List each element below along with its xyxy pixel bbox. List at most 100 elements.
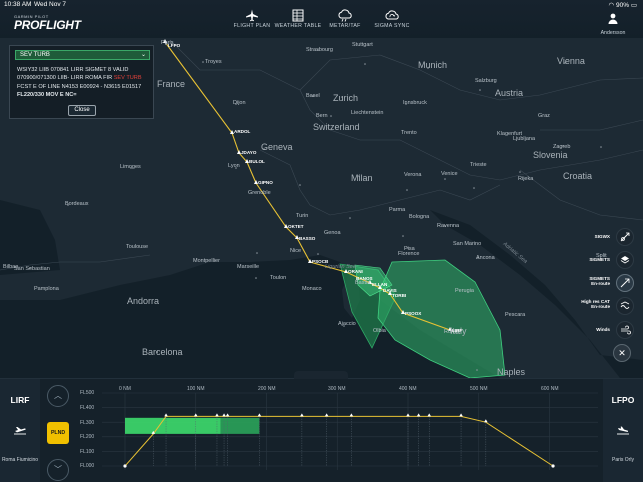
airplane-icon xyxy=(246,9,258,22)
profile-waypoint-marker xyxy=(484,419,488,423)
waypoint-label-jdayo: JDAYO xyxy=(241,150,257,155)
status-time: 10:38 AM xyxy=(4,1,32,8)
fl-label-200: FL200 xyxy=(80,434,95,440)
map-label-strasbourg: Strasbourg xyxy=(306,47,333,53)
profile-waypoint-marker xyxy=(225,413,230,417)
map-label-milan: Milan xyxy=(351,173,373,183)
nm-label-400: 400 NM xyxy=(399,386,417,392)
map-label-austria: Austria xyxy=(495,88,524,98)
metar-cloud-icon xyxy=(338,9,352,22)
control-sigmets[interactable]: SIGMETS xyxy=(514,251,634,269)
map-label-lyon: Lyon xyxy=(228,163,240,169)
nav-metar-taf-label: METAR/TAF xyxy=(329,23,361,29)
layers-icon[interactable] xyxy=(616,251,634,269)
sigmet-type-dropdown[interactable]: SEV TURB ⌄ xyxy=(15,50,150,60)
map-label-rijeka: Rijeka xyxy=(518,176,534,182)
fl-label-500: FL500 xyxy=(80,390,95,396)
profile-waypoint-marker xyxy=(406,413,410,417)
sigmet-band xyxy=(125,417,221,434)
map-label-liechtenstein: Liechtenstein xyxy=(351,110,384,116)
control-sigwx[interactable]: SIGWX xyxy=(514,228,634,246)
route-sigmet-icon[interactable] xyxy=(616,274,634,292)
control-winds[interactable]: Winds xyxy=(514,321,634,339)
waypoint-label-gipno: GIPNO xyxy=(258,180,273,185)
nm-label-500: 500 NM xyxy=(470,386,488,392)
map-label-switzerland: Switzerland xyxy=(313,122,360,132)
map-label-verona: Verona xyxy=(404,172,422,178)
control-sigmets-label: SIGMETS xyxy=(589,257,610,262)
profile-waypoint-marker xyxy=(164,413,168,417)
map-label-toulon: Toulon xyxy=(270,275,287,281)
map-label-troyes: Troyes xyxy=(205,59,222,65)
control-winds-label: Winds xyxy=(596,327,610,332)
battery-icon: ▭ xyxy=(630,2,637,9)
profile-waypoint-marker xyxy=(222,413,226,417)
map-label-ravenna: Ravenna xyxy=(437,223,460,229)
map-label-perugia: Perugia xyxy=(455,288,474,294)
map-label-ajaccio: Ajaccio xyxy=(338,321,356,327)
wifi-icon: ◠ xyxy=(608,2,615,9)
map-label-ancona: Ancona xyxy=(476,255,495,261)
fl-label-400: FL400 xyxy=(80,405,95,411)
waypoint-label-bulol: BULOL xyxy=(249,159,265,164)
sigmet-text-levels: FL220/330 MOV E NC= xyxy=(17,92,77,99)
control-sigmets-en-route[interactable]: SIGMETS En-route xyxy=(514,274,634,292)
nav-flight-plan[interactable]: FLIGHT PLAN xyxy=(226,9,278,29)
nav-flight-plan-label: FLIGHT PLAN xyxy=(233,23,271,29)
map-label-barcelona: Barcelona xyxy=(142,347,183,357)
sigmet-band xyxy=(220,417,260,434)
app-logo: GARMIN PILOT PROFLIGHT xyxy=(14,10,81,32)
cat-waves-icon[interactable] xyxy=(616,297,634,315)
map-label-zagreb: Zagreb xyxy=(553,144,571,150)
map-label-dijon: Dijon xyxy=(233,100,246,106)
nav-weather-table[interactable]: WEATHER TABLE xyxy=(272,9,324,29)
map-label-pamplona: Pamplona xyxy=(34,286,59,292)
user-name: Andersson xyxy=(600,30,626,36)
map-label-bologna: Bologna xyxy=(409,214,430,220)
map-label-turin: Turin xyxy=(296,213,309,219)
map-label-klagenfurt: Klagenfurt xyxy=(497,131,523,137)
map-label-pisa: Pisa xyxy=(404,246,415,252)
map-label-trento: Trento xyxy=(401,130,417,136)
waypoint-label-orani: ORANI xyxy=(348,269,363,274)
sigmet-text-highlight: SEV TURB xyxy=(113,75,142,82)
waypoint-label-lirf: LIRF xyxy=(452,328,463,333)
vertical-profile-chart xyxy=(102,392,598,470)
control-cat-en-route-label: High res CAT En-route xyxy=(581,299,610,310)
map-label-limoges: Limoges xyxy=(120,164,141,170)
map-label-genoa: Genoa xyxy=(324,230,341,236)
nav-sigma-sync[interactable]: SIGMA SYNC xyxy=(366,9,418,29)
map-label-bern: Bern xyxy=(316,113,328,119)
map-label-trieste: Trieste xyxy=(470,162,487,168)
close-overlay-button[interactable]: ✕ xyxy=(613,344,631,362)
map-label-venice: Venice xyxy=(441,171,458,177)
sigwx-icon[interactable] xyxy=(616,228,634,246)
airport-marker xyxy=(551,464,555,468)
map-label-san-sebastian: San Sebastian xyxy=(14,266,50,272)
map-label-vienna: Vienna xyxy=(557,56,585,66)
sigmet-popup: SEV TURB ⌄ WSIY32 LIIB 070841 LIRR SIGME… xyxy=(9,45,154,119)
nav-metar-taf[interactable]: METAR/TAF xyxy=(319,9,371,29)
chevron-down-icon: ⌄ xyxy=(140,52,146,58)
map-label-bilbao: Bilbao xyxy=(3,264,19,270)
control-cat-en-route[interactable]: High res CAT En-route xyxy=(514,297,634,315)
nav-weather-table-label: WEATHER TABLE xyxy=(274,23,322,29)
map-label-slovenia: Slovenia xyxy=(533,150,568,160)
battery-percent: 90% xyxy=(616,2,630,9)
sigmet-type-label: SEV TURB xyxy=(20,52,50,58)
map-label-grenoble: Grenoble xyxy=(248,190,271,196)
waypoint-label-psocb: PSOCB xyxy=(312,259,329,264)
close-button[interactable]: Close xyxy=(68,105,96,116)
wind-icon[interactable] xyxy=(616,321,634,339)
waypoint-label-torbi: TORBI xyxy=(392,293,407,298)
profile-waypoint-marker xyxy=(349,413,354,417)
map-label-nice: Nice xyxy=(290,248,302,254)
nav-sigma-sync-label: SIGMA SYNC xyxy=(374,23,410,29)
person-icon xyxy=(608,13,618,24)
profile-waypoint-marker xyxy=(416,413,421,417)
profile-waypoint-marker xyxy=(459,413,463,417)
nm-label-0: 0 NM xyxy=(119,386,131,392)
waypoint-label-ellan: ELLAN xyxy=(372,282,388,287)
control-sigwx-label: SIGWX xyxy=(594,234,610,239)
user-profile-button[interactable]: Andersson xyxy=(593,11,633,36)
